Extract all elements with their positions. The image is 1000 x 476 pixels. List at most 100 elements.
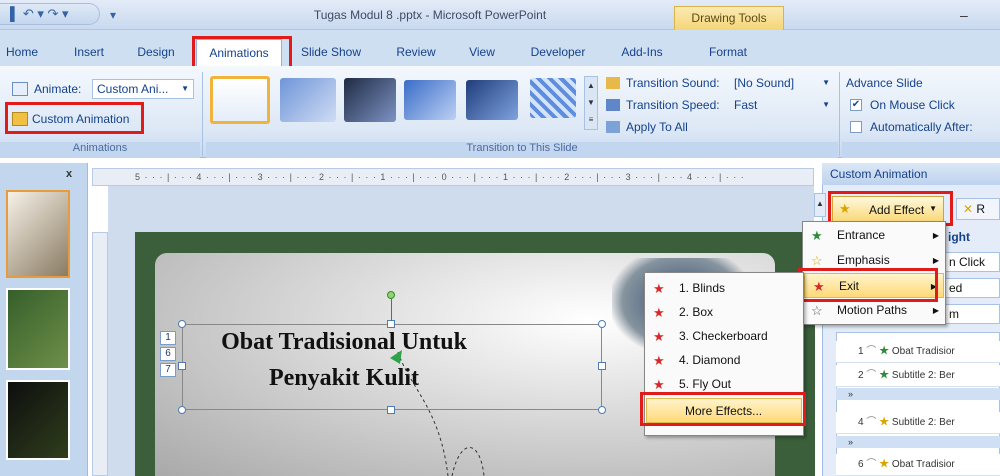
horizontal-ruler: 5 · · · | · · · 4 · · · | · · · 3 · · · … <box>92 168 814 186</box>
slide-thumbnail-2[interactable] <box>6 288 70 370</box>
mouse-icon: ⌒ <box>866 346 877 357</box>
transition-cut-thumb[interactable] <box>404 80 456 120</box>
animation-list-item[interactable]: 4 ⌒ ★ Subtitle 2: Ber <box>836 412 1000 434</box>
exit-star-icon: ★ <box>653 305 665 320</box>
transition-sound-dropdown[interactable]: [No Sound] ▼ <box>730 74 834 94</box>
tab-view[interactable]: View <box>462 41 502 63</box>
tab-add-ins[interactable]: Add-Ins <box>614 41 670 63</box>
resize-handle[interactable] <box>598 406 606 414</box>
start-dropdown-partial[interactable]: n Click <box>944 252 1000 272</box>
drawing-tools-context: Drawing Tools <box>674 6 784 30</box>
item-label: Subtitle 2: Ber <box>891 417 955 428</box>
exit-effect-blinds[interactable]: ★ 1. Blinds <box>645 276 803 301</box>
animation-order-tag[interactable]: 7 <box>160 363 176 377</box>
exit-effect-box[interactable]: ★ 2. Box <box>645 300 803 325</box>
slide-thumbnail-3[interactable] <box>6 380 70 460</box>
powerpoint-window: ▌ ↶ ▾ ↷ ▾ ▾ Tugas Modul 8 .pptx - Micros… <box>0 0 1000 476</box>
item-label: Obat Tradisior <box>891 459 955 470</box>
expand-chevron-icon[interactable]: » <box>836 436 1000 448</box>
gallery-scroll[interactable]: ▲ ▼ ≡ <box>584 76 598 130</box>
emphasis-star-icon: ★ <box>879 417 890 428</box>
tab-review[interactable]: Review <box>392 41 440 63</box>
advance-slide-label: Advance Slide <box>846 76 923 90</box>
animation-order-tag[interactable]: 6 <box>160 347 176 361</box>
resize-handle[interactable] <box>387 320 395 328</box>
automatically-after-checkbox[interactable] <box>850 121 862 133</box>
transition-sound-value: [No Sound] <box>734 76 795 90</box>
resize-handle[interactable] <box>178 406 186 414</box>
animate-label: Animate: <box>34 82 82 96</box>
remove-button[interactable]: ✕ R <box>956 198 1000 220</box>
close-icon[interactable]: x <box>66 168 72 180</box>
tab-home[interactable]: Home <box>2 41 42 63</box>
animation-list-item[interactable]: 2 ⌒ ★ Subtitle 2: Ber <box>836 365 1000 387</box>
tab-developer[interactable]: Developer <box>526 41 590 63</box>
apply-all-icon <box>606 121 620 133</box>
automatically-after-label: Automatically After: <box>870 120 973 134</box>
tab-format[interactable]: Format <box>704 41 752 63</box>
tab-slide-show[interactable]: Slide Show <box>298 41 364 63</box>
tab-design[interactable]: Design <box>132 41 180 63</box>
transition-fade-black-thumb[interactable] <box>344 78 396 122</box>
submenu-arrow-icon: ▶ <box>932 231 939 240</box>
entrance-star-icon: ★ <box>879 370 890 381</box>
animation-list-item[interactable]: 6 ⌒ ★ Obat Tradisior <box>836 454 1000 476</box>
item-label: Obat Tradisior <box>891 346 955 357</box>
exit-effect-label: 3. Checkerboard <box>679 329 768 343</box>
group-label-animations: Animations <box>0 142 200 158</box>
animation-list-item[interactable]: 1 ⌒ ★ Obat Tradisior <box>836 341 1000 363</box>
mouse-icon: ⌒ <box>866 370 877 381</box>
item-label: Subtitle 2: Ber <box>891 370 955 381</box>
exit-effect-label: 2. Box <box>679 305 714 319</box>
resize-handle[interactable] <box>178 362 186 370</box>
transition-speed-value: Fast <box>734 98 758 112</box>
direction-dropdown-partial[interactable]: ed <box>944 278 1000 298</box>
transition-dissolve-thumb[interactable] <box>530 78 576 118</box>
motion-path <box>390 350 485 476</box>
resize-handle[interactable] <box>598 320 606 328</box>
exit-effect-diamond[interactable]: ★ 4. Diamond <box>645 348 803 373</box>
exit-effect-checkerboard[interactable]: ★ 3. Checkerboard <box>645 324 803 349</box>
item-number: 2 <box>858 370 864 381</box>
entrance-star-icon: ★ <box>811 228 823 243</box>
remove-icon: ✕ <box>963 202 974 216</box>
minimize-button[interactable]: – <box>960 7 968 23</box>
mouse-icon: ⌒ <box>866 417 877 428</box>
on-mouse-click-checkbox[interactable]: ✔ <box>850 99 862 111</box>
emphasis-star-icon: ★ <box>879 459 890 470</box>
menu-item-label: Entrance <box>837 228 886 242</box>
speed-dropdown-partial[interactable]: m <box>944 304 1000 324</box>
exit-star-icon: ★ <box>653 353 665 368</box>
chevron-down-icon: ▼ <box>822 78 830 87</box>
item-number: 1 <box>858 346 864 357</box>
group-separator <box>839 72 840 156</box>
menu-item-entrance[interactable]: ★ Entrance ▶ <box>803 223 945 248</box>
resize-handle[interactable] <box>178 320 186 328</box>
transition-fade-smoothly-thumb[interactable] <box>280 78 336 122</box>
entrance-star-icon: ★ <box>879 346 890 357</box>
transition-speed-label: Transition Speed: <box>626 98 720 112</box>
mouse-icon: ⌒ <box>866 459 877 470</box>
highlight-exit <box>798 268 938 302</box>
exit-effect-label: 4. Diamond <box>679 353 741 367</box>
animation-order-tag[interactable]: 1 <box>160 331 176 345</box>
animate-dropdown[interactable]: Custom Ani... ▼ <box>92 79 194 99</box>
highlight-custom-animation <box>5 102 144 134</box>
rotate-handle[interactable] <box>387 291 395 299</box>
group-label-advance <box>842 142 1000 158</box>
tab-insert[interactable]: Insert <box>64 41 114 63</box>
pane-scroll-icon[interactable]: ▲ <box>814 193 826 217</box>
exit-star-icon: ★ <box>653 329 665 344</box>
slide-thumbnail-1[interactable] <box>6 190 70 278</box>
transition-cut-black-thumb[interactable] <box>466 80 518 120</box>
transition-speed-dropdown[interactable]: Fast ▼ <box>730 96 834 116</box>
transition-none-thumb[interactable] <box>210 76 270 124</box>
apply-to-all-button[interactable]: Apply To All <box>626 120 688 134</box>
menu-item-label: Emphasis <box>837 253 890 267</box>
chevron-down-icon: ▼ <box>822 100 830 109</box>
exit-effect-label: 5. Fly Out <box>679 377 732 391</box>
modify-label-partial: ight <box>948 230 970 244</box>
animate-value: Custom Ani... <box>97 82 169 96</box>
resize-handle[interactable] <box>598 362 606 370</box>
expand-chevron-icon[interactable]: » <box>836 388 1000 400</box>
